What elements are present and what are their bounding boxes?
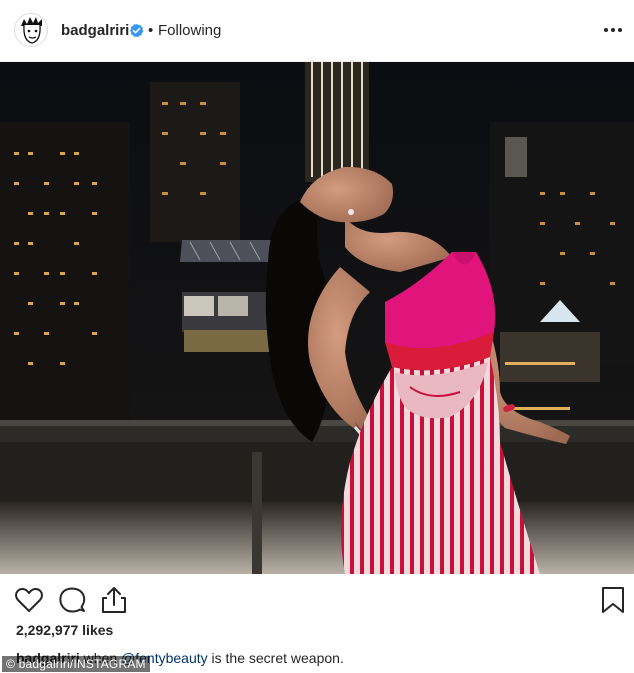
photo-credit-watermark: © badgalriri/INSTAGRAM [2,656,150,672]
heart-icon[interactable] [14,585,44,615]
verified-badge-icon [129,23,144,38]
post-actions [0,574,634,624]
likes-count[interactable]: 2,292,977 likes [16,622,113,638]
avatar-cartoon-icon [15,14,47,46]
comment-icon[interactable] [57,585,87,615]
photo-image [0,62,634,574]
avatar[interactable] [14,13,48,47]
post-photo[interactable] [0,62,634,574]
share-icon[interactable] [99,585,129,615]
bookmark-icon[interactable] [598,585,628,615]
caption-text-after: is the secret weapon. [207,650,344,666]
username-link[interactable]: badgalriri [61,22,129,39]
separator-dot: • [148,22,154,39]
more-horizontal-icon[interactable] [602,24,624,36]
following-button[interactable]: Following [158,22,221,39]
post-header: badgalriri • Following [0,0,634,62]
